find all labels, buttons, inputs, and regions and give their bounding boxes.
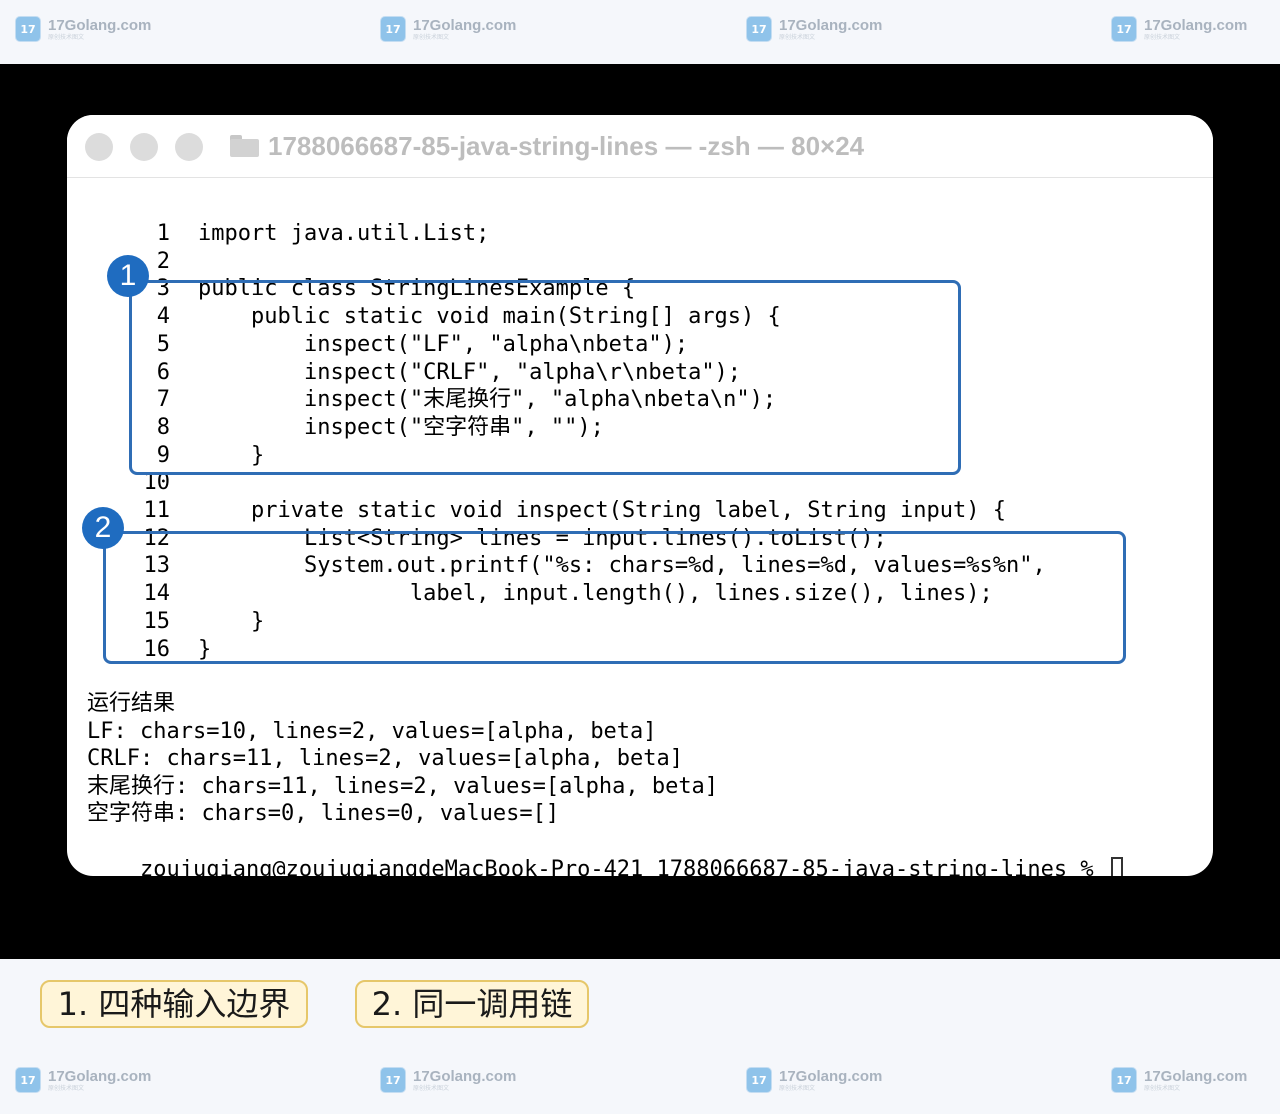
watermark-site: 17Golang.com [1144, 16, 1248, 34]
caption-2: 2. 同一调用链 [355, 980, 589, 1028]
site-logo-icon: 17 [380, 1067, 406, 1093]
minimize-button[interactable] [130, 133, 158, 161]
output-line: 末尾换行: chars=11, lines=2, values=[alpha, … [87, 774, 719, 799]
site-logo-icon: 17 [746, 16, 772, 42]
watermark: 17 17Golang.com 原创技术图文 [746, 14, 882, 44]
site-logo-icon: 17 [1111, 16, 1137, 42]
top-watermark-band [0, 0, 1280, 64]
watermark-site: 17Golang.com [48, 1067, 152, 1085]
code-text: import java.util.List; [198, 221, 490, 246]
watermark-tagline: 原创技术图文 [413, 1084, 450, 1092]
watermark-site: 17Golang.com [779, 16, 883, 34]
close-button[interactable] [85, 133, 113, 161]
highlight-box-inspect [103, 531, 1126, 664]
highlight-badge-2: 2 [82, 507, 124, 549]
window-title: 1788066687-85-java-string-lines — -zsh —… [268, 131, 865, 161]
watermark-site: 17Golang.com [413, 16, 517, 34]
watermark-site: 17Golang.com [1144, 1067, 1248, 1085]
output-line: 空字符串: chars=0, lines=0, values=[] [87, 801, 560, 826]
watermark-site: 17Golang.com [779, 1067, 883, 1085]
watermark-tagline: 原创技术图文 [413, 33, 450, 41]
watermark-site: 17Golang.com [413, 1067, 517, 1085]
shell-prompt: zoujuqiang@zoujuqiangdeMacBook-Pro-421 1… [139, 856, 1107, 877]
watermark-tagline: 原创技术图文 [1144, 1084, 1181, 1092]
code-text: private static void inspect(String label… [198, 498, 1006, 523]
watermark: 17 17Golang.com 原创技术图文 [15, 14, 151, 44]
caption-1: 1. 四种输入边界 [40, 980, 308, 1028]
zoom-button[interactable] [175, 133, 203, 161]
site-logo-icon: 17 [15, 16, 41, 42]
line-number: 1 [156, 221, 170, 246]
watermark: 17 17Golang.com 原创技术图文 [15, 1065, 151, 1095]
watermark-site: 17Golang.com [48, 16, 152, 34]
output-heading: 运行结果 [87, 691, 176, 716]
code-line: 2 [67, 248, 1213, 276]
watermark-tagline: 原创技术图文 [1144, 33, 1181, 41]
site-logo-icon: 17 [1111, 1067, 1137, 1093]
watermark-tagline: 原创技术图文 [779, 33, 816, 41]
watermark: 17 17Golang.com 原创技术图文 [1111, 14, 1247, 44]
shell-prompt-line[interactable]: zoujuqiang@zoujuqiangdeMacBook-Pro-421 1… [87, 828, 1123, 876]
watermark: 17 17Golang.com 原创技术图文 [746, 1065, 882, 1095]
site-logo-icon: 17 [746, 1067, 772, 1093]
code-line: 11 private static void inspect(String la… [67, 497, 1213, 525]
watermark: 17 17Golang.com 原创技术图文 [380, 14, 516, 44]
watermark-tagline: 原创技术图文 [779, 1084, 816, 1092]
highlight-box-main [129, 280, 961, 475]
output-line: CRLF: chars=11, lines=2, values=[alpha, … [87, 746, 684, 771]
site-logo-icon: 17 [15, 1067, 41, 1093]
watermark: 17 17Golang.com 原创技术图文 [380, 1065, 516, 1095]
output-line: LF: chars=10, lines=2, values=[alpha, be… [87, 719, 657, 744]
text-cursor [1110, 857, 1123, 876]
folder-icon [230, 135, 259, 157]
watermark-tagline: 原创技术图文 [48, 33, 85, 41]
terminal-window: 1788066687-85-java-string-lines — -zsh —… [67, 115, 1213, 876]
highlight-badge-1: 1 [107, 255, 149, 297]
watermark-tagline: 原创技术图文 [48, 1084, 85, 1092]
code-line: 1 import java.util.List; [67, 220, 1213, 248]
window-titlebar[interactable]: 1788066687-85-java-string-lines — -zsh —… [67, 115, 1213, 178]
site-logo-icon: 17 [380, 16, 406, 42]
watermark: 17 17Golang.com 原创技术图文 [1111, 1065, 1247, 1095]
